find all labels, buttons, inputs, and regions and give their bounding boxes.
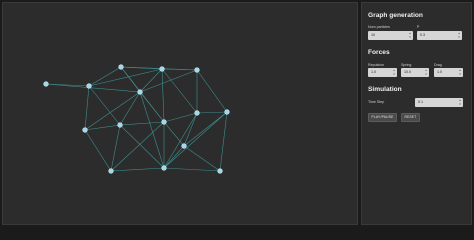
forces-title: Forces: [368, 49, 390, 56]
drag-label: Drag: [434, 63, 442, 67]
graph-edge: [163, 121, 185, 147]
graph-svg[interactable]: [3, 3, 359, 226]
graph-edge: [163, 167, 221, 172]
graph-edge: [84, 124, 121, 131]
graph-node[interactable]: [159, 66, 165, 72]
graph-node[interactable]: [181, 143, 187, 149]
spring-value: 10.0: [404, 70, 411, 74]
graph-edge: [183, 145, 221, 172]
repulsion-label: Repulsion: [368, 63, 384, 67]
graph-edge: [84, 129, 112, 172]
graph-node[interactable]: [194, 67, 200, 73]
play-pause-button[interactable]: PLAY/PAUSE: [368, 113, 397, 122]
graph-node[interactable]: [86, 83, 92, 89]
repulsion-input[interactable]: 1.0 ▲ ▼: [368, 68, 397, 77]
graph-edge: [196, 111, 228, 114]
graph-edge: [110, 167, 165, 172]
graph-edge: [163, 111, 228, 169]
control-sidebar: Graph generation Num particles 10 ▲ ▼ P 0…: [361, 2, 472, 225]
graph-node[interactable]: [194, 110, 200, 116]
graph-canvas[interactable]: [2, 2, 358, 225]
spring-label: Spring: [401, 63, 412, 67]
p-input[interactable]: 0.3 ▲ ▼: [417, 31, 462, 40]
down-arrow-icon[interactable]: ▼: [459, 73, 462, 76]
graph-node[interactable]: [118, 64, 124, 70]
graph-edge: [163, 145, 185, 169]
repulsion-stepper[interactable]: ▲ ▼: [392, 69, 396, 76]
down-arrow-icon[interactable]: ▼: [459, 103, 462, 106]
simulation-title: Simulation: [368, 86, 402, 93]
graph-edge: [163, 112, 198, 123]
graph-node[interactable]: [224, 109, 230, 115]
time-step-stepper[interactable]: ▲ ▼: [458, 99, 462, 106]
graph-node[interactable]: [161, 119, 167, 125]
graph-node[interactable]: [137, 89, 143, 95]
graph-edge: [161, 68, 165, 123]
graph-node[interactable]: [117, 122, 123, 128]
graph-node[interactable]: [43, 81, 49, 87]
graph-edge: [88, 85, 121, 126]
graph-edge: [219, 111, 228, 172]
drag-input[interactable]: 1.0 ▲ ▼: [434, 68, 463, 77]
graph-edge: [139, 91, 165, 123]
graph-node[interactable]: [161, 165, 167, 171]
down-arrow-icon[interactable]: ▼: [458, 36, 461, 39]
graph-edge: [196, 69, 228, 113]
graph-edge: [88, 68, 163, 87]
num-particles-value: 10: [371, 33, 375, 37]
graph-edge: [84, 85, 90, 131]
drag-stepper[interactable]: ▲ ▼: [458, 69, 462, 76]
graph-edge: [119, 91, 141, 126]
graph-generation-title: Graph generation: [368, 12, 423, 19]
graph-edges: [45, 66, 228, 172]
p-stepper[interactable]: ▲ ▼: [457, 32, 461, 39]
down-arrow-icon[interactable]: ▼: [393, 73, 396, 76]
graph-edge: [161, 68, 198, 114]
graph-node[interactable]: [108, 168, 114, 174]
graph-edge: [163, 112, 198, 169]
time-step-label: Time Step: [368, 100, 385, 104]
repulsion-value: 1.0: [371, 70, 376, 74]
graph-nodes: [43, 64, 230, 174]
graph-edge: [139, 68, 163, 93]
p-value: 0.3: [420, 33, 425, 37]
spring-input[interactable]: 10.0 ▲ ▼: [401, 68, 429, 77]
graph-edge: [139, 69, 198, 93]
num-particles-stepper[interactable]: ▲ ▼: [408, 32, 412, 39]
reset-button[interactable]: RESET: [401, 113, 420, 122]
graph-node[interactable]: [82, 127, 88, 133]
num-particles-label: Num particles: [368, 25, 390, 29]
graph-edge: [119, 121, 165, 126]
num-particles-input[interactable]: 10 ▲ ▼: [368, 31, 413, 40]
p-label: P: [417, 25, 420, 29]
drag-value: 1.0: [437, 70, 442, 74]
down-arrow-icon[interactable]: ▼: [425, 73, 428, 76]
spring-stepper[interactable]: ▲ ▼: [424, 69, 428, 76]
down-arrow-icon[interactable]: ▼: [409, 36, 412, 39]
graph-node[interactable]: [217, 168, 223, 174]
graph-edge: [88, 66, 122, 87]
time-step-value: 0.1: [418, 100, 423, 104]
time-step-input[interactable]: 0.1 ▲ ▼: [415, 98, 463, 107]
